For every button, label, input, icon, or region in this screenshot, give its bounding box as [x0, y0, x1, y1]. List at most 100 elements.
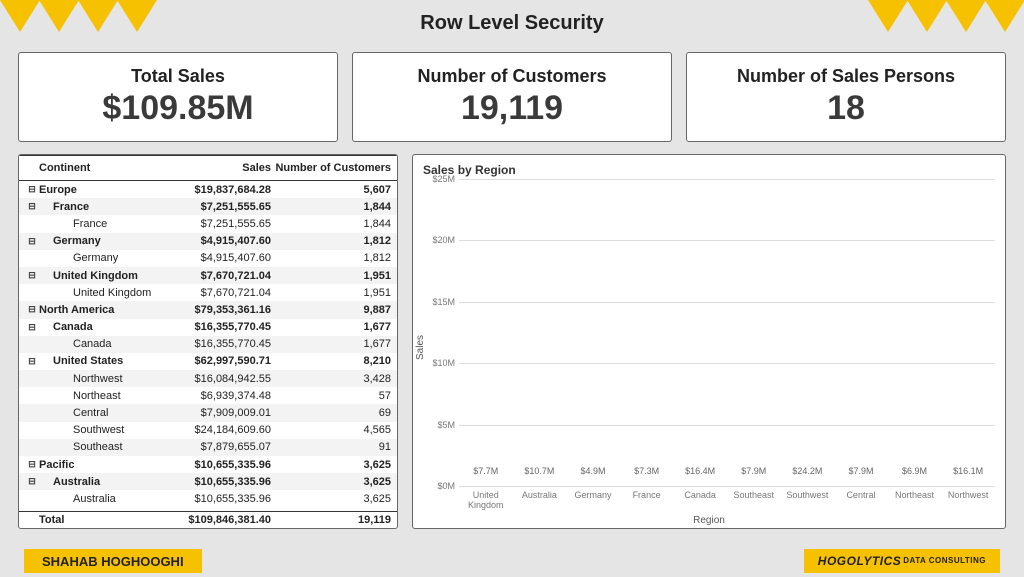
brand-sub: DATA CONSULTING: [903, 557, 986, 564]
row-sales: $10,655,335.96: [161, 459, 271, 471]
expand-collapse-icon[interactable]: ⊟: [25, 236, 39, 247]
row-sales: $79,353,361.16: [161, 304, 271, 316]
sales-matrix-table[interactable]: Continent Sales Number of Customers ⊟Eur…: [18, 154, 398, 529]
row-customers: 91: [271, 441, 391, 453]
row-customers: 1,812: [271, 235, 391, 247]
table-row[interactable]: Northwest$16,084,942.553,428: [19, 370, 397, 387]
chart-bar-value-label: $16.4M: [685, 466, 715, 476]
chart-bar-value-label: $7.9M: [741, 466, 766, 476]
row-customers: 9,887: [271, 304, 391, 316]
kpi-value: 19,119: [461, 89, 563, 128]
chart-x-tick: France: [620, 491, 674, 510]
row-name: Southeast: [39, 441, 161, 453]
table-row[interactable]: ⊟France$7,251,555.651,844: [19, 198, 397, 215]
kpi-label: Number of Customers: [417, 66, 606, 87]
row-customers: 1,812: [271, 252, 391, 264]
table-row[interactable]: Southwest$24,184,609.604,565: [19, 422, 397, 439]
total-customers: 19,119: [271, 514, 391, 526]
row-customers: 3,625: [271, 476, 391, 488]
row-sales: $4,915,407.60: [161, 252, 271, 264]
chart-bar-value-label: $7.9M: [848, 466, 873, 476]
table-row[interactable]: Germany$4,915,407.601,812: [19, 250, 397, 267]
table-body: ⊟Europe$19,837,684.285,607⊟France$7,251,…: [19, 181, 397, 511]
kpi-value: $109.85M: [102, 89, 253, 128]
col-header-sales[interactable]: Sales: [161, 162, 271, 174]
row-name: Pacific: [39, 459, 161, 471]
row-customers: 1,951: [271, 287, 391, 299]
row-sales: $7,251,555.65: [161, 218, 271, 230]
table-row[interactable]: ⊟Germany$4,915,407.601,812: [19, 233, 397, 250]
row-customers: 1,844: [271, 218, 391, 230]
row-sales: $10,655,335.96: [161, 476, 271, 488]
chart-bar-value-label: $24.2M: [792, 466, 822, 476]
footer-author: SHAHAB HOGHOOGHI: [24, 549, 202, 573]
chart-y-tick: $10M: [423, 358, 455, 368]
table-row[interactable]: ⊟United Kingdom$7,670,721.041,951: [19, 267, 397, 284]
chart-y-axis-label: Sales: [415, 335, 426, 360]
chart-grid-line: [459, 486, 995, 487]
total-sales: $109,846,381.40: [161, 514, 271, 526]
table-row[interactable]: Northeast$6,939,374.4857: [19, 387, 397, 404]
chart-plot-area: $7.7M$10.7M$4.9M$7.3M$16.4M$7.9M$24.2M$7…: [459, 179, 995, 486]
row-sales: $7,909,009.01: [161, 407, 271, 419]
row-sales: $24,184,609.60: [161, 424, 271, 436]
table-row[interactable]: Australia$10,655,335.963,625: [19, 490, 397, 507]
table-total-row: Total $109,846,381.40 19,119: [19, 511, 397, 528]
row-name: United States: [39, 355, 161, 367]
row-customers: 3,625: [271, 493, 391, 505]
page-title: Row Level Security: [0, 12, 1024, 35]
col-header-customers[interactable]: Number of Customers: [271, 162, 391, 174]
chart-x-tick: Southeast: [727, 491, 781, 510]
row-name: Australia: [39, 476, 161, 488]
row-name: Central: [39, 407, 161, 419]
row-name: North America: [39, 304, 161, 316]
chart-grid-line: [459, 302, 995, 303]
chart-y-tick: $20M: [423, 235, 455, 245]
kpi-row: Total Sales $109.85M Number of Customers…: [18, 52, 1006, 142]
chart-x-tick: United Kingdom: [459, 491, 513, 510]
table-row[interactable]: United Kingdom$7,670,721.041,951: [19, 284, 397, 301]
table-row[interactable]: ⊟Australia$10,655,335.963,625: [19, 473, 397, 490]
chart-bar-value-label: $10.7M: [524, 466, 554, 476]
col-header-continent[interactable]: Continent: [39, 162, 161, 174]
row-customers: 1,951: [271, 270, 391, 282]
chart-x-tick: Canada: [673, 491, 727, 510]
row-sales: $7,251,555.65: [161, 201, 271, 213]
expand-collapse-icon[interactable]: ⊟: [25, 201, 39, 212]
row-name: United Kingdom: [39, 270, 161, 282]
row-name: France: [39, 218, 161, 230]
chart-bar-value-label: $7.7M: [473, 466, 498, 476]
table-row[interactable]: ⊟Canada$16,355,770.451,677: [19, 319, 397, 336]
expand-collapse-icon[interactable]: ⊟: [25, 459, 39, 470]
row-customers: 3,625: [271, 459, 391, 471]
row-sales: $16,355,770.45: [161, 338, 271, 350]
table-row[interactable]: Canada$16,355,770.451,677: [19, 336, 397, 353]
table-row[interactable]: Central$7,909,009.0169: [19, 404, 397, 421]
chart-bar-value-label: $4.9M: [580, 466, 605, 476]
table-header-row: Continent Sales Number of Customers: [19, 155, 397, 181]
table-row[interactable]: ⊟Pacific$10,655,335.963,625: [19, 456, 397, 473]
expand-collapse-icon[interactable]: ⊟: [25, 322, 39, 333]
expand-collapse-icon[interactable]: ⊟: [25, 270, 39, 281]
chart-x-tick: Southwest: [781, 491, 835, 510]
row-name: Germany: [39, 252, 161, 264]
row-customers: 1,677: [271, 338, 391, 350]
sales-by-region-chart[interactable]: Sales by Region Sales $7.7M$10.7M$4.9M$7…: [412, 154, 1006, 529]
brand-main: HOGOLYTICS: [818, 554, 901, 568]
expand-collapse-icon[interactable]: ⊟: [25, 184, 39, 195]
table-row[interactable]: Southeast$7,879,655.0791: [19, 439, 397, 456]
footer-brand: HOGOLYTICS DATA CONSULTING: [804, 549, 1000, 573]
chart-y-tick: $0M: [423, 481, 455, 491]
expand-collapse-icon[interactable]: ⊟: [25, 476, 39, 487]
row-sales: $7,879,655.07: [161, 441, 271, 453]
expand-collapse-icon[interactable]: ⊟: [25, 356, 39, 367]
kpi-value: 18: [827, 89, 865, 128]
table-row[interactable]: ⊟United States$62,997,590.718,210: [19, 353, 397, 370]
table-row[interactable]: ⊟Europe$19,837,684.285,607: [19, 181, 397, 198]
table-row[interactable]: France$7,251,555.651,844: [19, 215, 397, 232]
row-name: United Kingdom: [39, 287, 161, 299]
chart-y-tick: $5M: [423, 420, 455, 430]
table-row[interactable]: ⊟North America$79,353,361.169,887: [19, 301, 397, 318]
expand-collapse-icon[interactable]: ⊟: [25, 304, 39, 315]
row-name: Australia: [39, 493, 161, 505]
